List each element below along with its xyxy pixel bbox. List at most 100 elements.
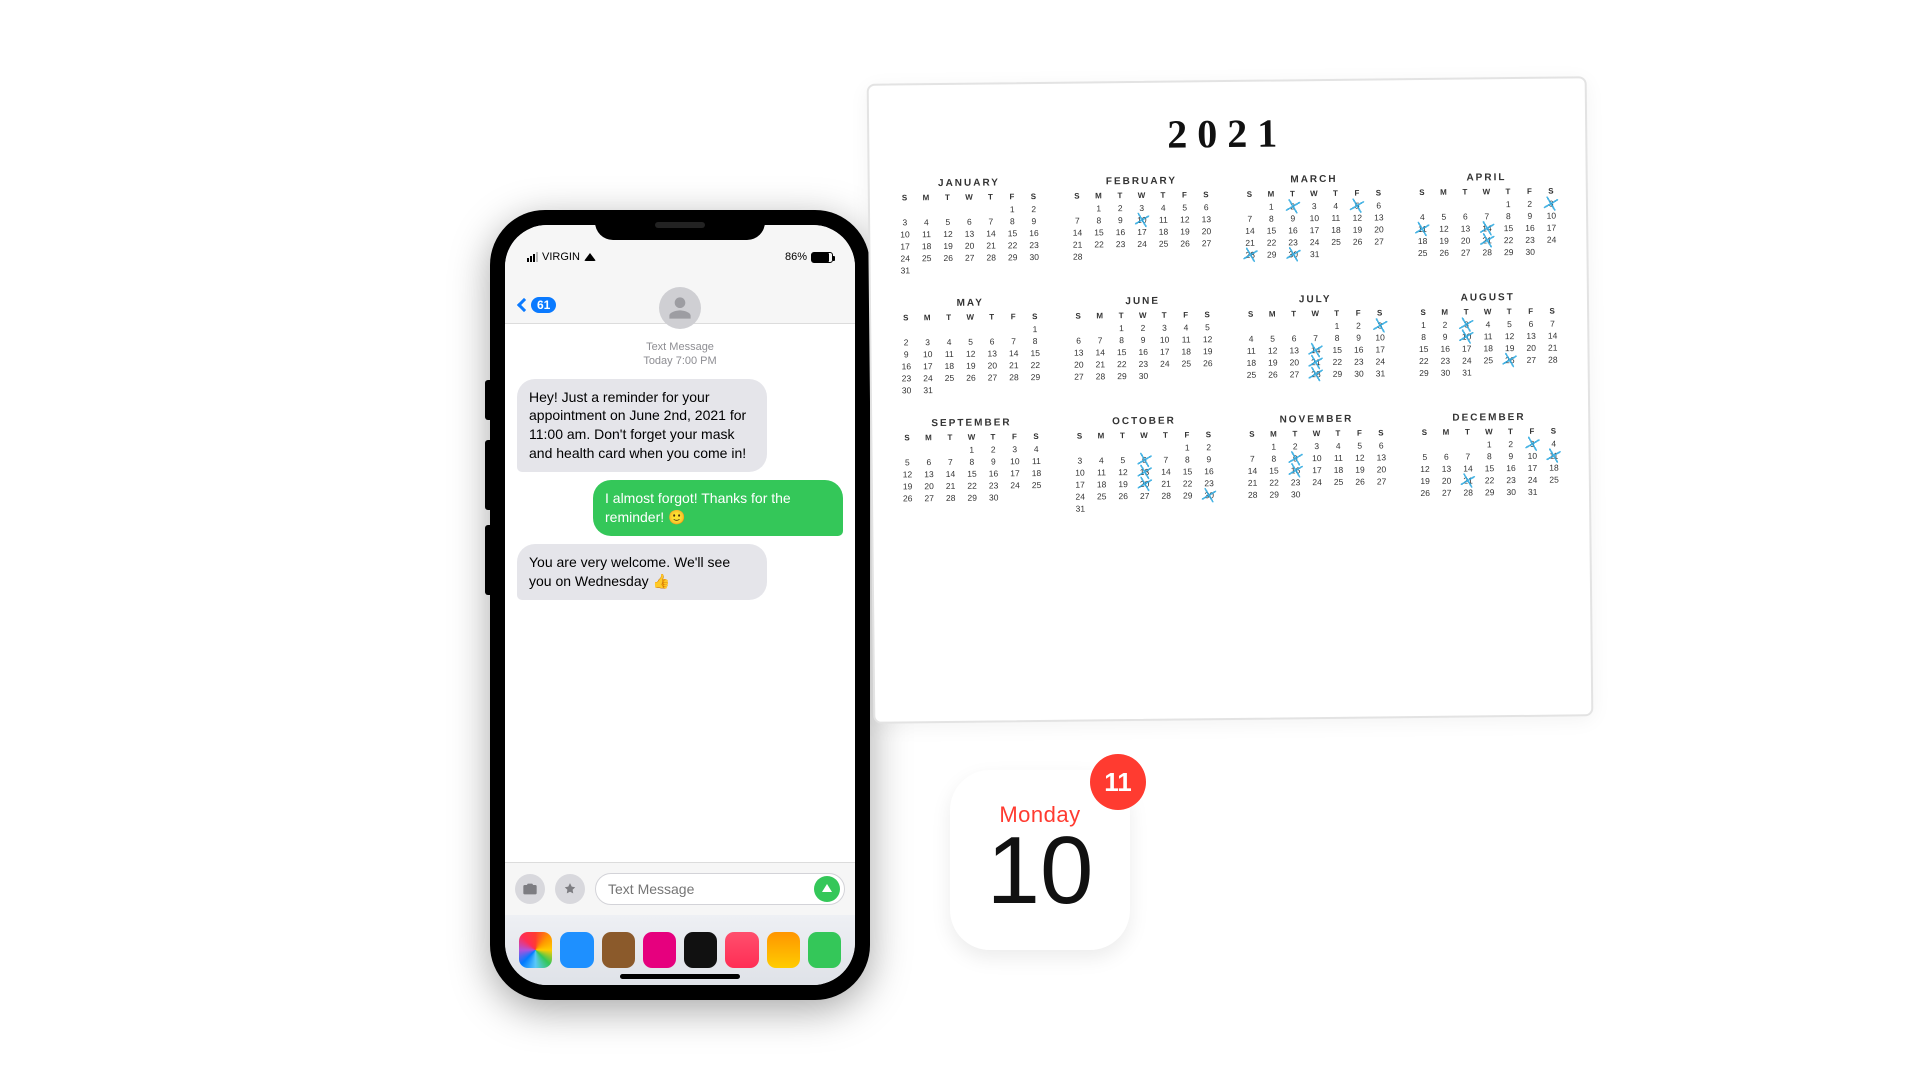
day-cell: 28 — [1305, 368, 1327, 380]
day-cell: 16 — [1132, 346, 1154, 358]
day-cell: 31 — [917, 384, 939, 396]
day-cell: 26 — [1499, 354, 1521, 366]
day-cell: 10 — [1522, 450, 1544, 462]
day-cell: 16 — [1198, 465, 1220, 477]
day-cell: 20 — [1455, 234, 1477, 246]
day-cell: 15 — [1263, 464, 1285, 476]
thread-channel: Text Message — [517, 340, 843, 354]
day-cell: 9 — [895, 348, 917, 360]
day-cell: 29 — [961, 492, 983, 504]
day-cell: 26 — [960, 372, 982, 384]
day-cell: 13 — [981, 347, 1003, 359]
month-june: JUNESMTWTFS 1234567891011121314151617181… — [1067, 295, 1219, 395]
day-cell: 13 — [1520, 330, 1542, 342]
incoming-message[interactable]: You are very welcome. We'll see you on W… — [517, 544, 767, 600]
day-cell: 20 — [1068, 358, 1090, 370]
back-button[interactable]: 61 — [519, 297, 556, 313]
calendar-app-icon[interactable]: Monday 10 11 — [950, 770, 1130, 950]
day-cell: 29 — [1261, 248, 1283, 260]
dow-row: SMTWTFS — [896, 432, 1047, 443]
day-cell: 17 — [1304, 224, 1326, 236]
day-cell: 7 — [1457, 450, 1479, 462]
day-cell: 22 — [1177, 477, 1199, 489]
day-cell: 28 — [1457, 486, 1479, 498]
day-cell: 28 — [1003, 371, 1025, 383]
day-cell: 6 — [1370, 439, 1392, 451]
app-store-button[interactable] — [555, 874, 585, 904]
day-cell: 22 — [1327, 356, 1349, 368]
day-cell: 1 — [1176, 441, 1198, 453]
contact-avatar[interactable] — [659, 287, 701, 329]
day-cell: 5 — [1262, 332, 1284, 344]
notification-badge: 11 — [1090, 754, 1146, 810]
day-cell: 12 — [897, 468, 919, 480]
day-cell: 7 — [1067, 214, 1089, 226]
day-cell: 16 — [983, 467, 1005, 479]
day-cell: 1 — [1478, 438, 1500, 450]
day-cell: 25 — [1412, 247, 1434, 259]
compose-input[interactable] — [608, 881, 814, 897]
day-cell: 6 — [1195, 201, 1217, 213]
dow-row: SMTWTFS — [1068, 310, 1219, 321]
day-cell: 7 — [940, 456, 962, 468]
day-cell: 4 — [1091, 454, 1113, 466]
day-cell: 30 — [983, 491, 1005, 503]
dock-app-photos[interactable] — [519, 932, 552, 968]
day-cell: 27 — [982, 371, 1004, 383]
day-cell: 3 — [1369, 319, 1391, 331]
month-december: DECEMBERSMTWTFS 123456789101112131415161… — [1414, 412, 1566, 512]
day-cell: 26 — [937, 252, 959, 264]
dock-app-3[interactable] — [602, 932, 635, 968]
day-cell: 15 — [961, 468, 983, 480]
send-button[interactable] — [814, 876, 840, 902]
dock-app-music[interactable] — [725, 932, 758, 968]
day-cell: 31 — [895, 264, 917, 276]
dock-app-7[interactable] — [767, 932, 800, 968]
day-cell: 19 — [1262, 356, 1284, 368]
day-cell: 31 — [1370, 367, 1392, 379]
day-cell: 4 — [938, 336, 960, 348]
day-cell: 16 — [1519, 222, 1541, 234]
dock-app-5[interactable] — [684, 932, 717, 968]
day-cell: 3 — [917, 336, 939, 348]
week-row: 2627282930 — [897, 491, 1048, 505]
day-cell: 26 — [897, 492, 919, 504]
day-cell: 7 — [1542, 318, 1564, 330]
day-cell: 28 — [1067, 250, 1089, 262]
camera-button[interactable] — [515, 874, 545, 904]
day-cell: 12 — [1433, 223, 1455, 235]
compose-bar — [505, 862, 855, 915]
day-cell: 18 — [1325, 224, 1347, 236]
day-cell: 11 — [1153, 214, 1175, 226]
incoming-message[interactable]: Hey! Just a reminder for your appointmen… — [517, 379, 767, 473]
day-cell: 6 — [918, 456, 940, 468]
day-cell: 10 — [1304, 212, 1326, 224]
home-indicator[interactable] — [620, 974, 740, 979]
dock-app-appstore[interactable] — [560, 932, 593, 968]
dock-app-4[interactable] — [643, 932, 676, 968]
outgoing-message[interactable]: I almost forgot! Thanks for the reminder… — [593, 480, 843, 536]
day-cell: 4 — [1175, 321, 1197, 333]
day-cell: 5 — [1349, 440, 1371, 452]
day-cell: 27 — [1134, 490, 1156, 502]
day-cell: 5 — [897, 456, 919, 468]
day-cell: 23 — [1282, 236, 1304, 248]
day-cell: 23 — [1110, 238, 1132, 250]
month-name: JUNE — [1067, 295, 1218, 308]
day-cell: 23 — [1435, 355, 1457, 367]
dock-app-8[interactable] — [808, 932, 841, 968]
iphone-device-frame: VIRGIN 86% 7:02 PM 61 Text Message Today… — [490, 210, 870, 1000]
day-cell: 13 — [1283, 344, 1305, 356]
day-cell: 11 — [1328, 452, 1350, 464]
day-cell: 17 — [1541, 222, 1563, 234]
day-cell: 6 — [1455, 210, 1477, 222]
message-thread[interactable]: Text Message Today 7:00 PM Hey! Just a r… — [505, 324, 855, 862]
day-cell: 26 — [1349, 476, 1371, 488]
day-cell: 27 — [1455, 246, 1477, 258]
day-cell: 4 — [916, 216, 938, 228]
day-cell: 20 — [1436, 475, 1458, 487]
compose-input-wrap[interactable] — [595, 873, 845, 905]
day-cell: 16 — [1110, 226, 1132, 238]
day-cell: 19 — [1174, 225, 1196, 237]
day-cell: 7 — [1003, 335, 1025, 347]
